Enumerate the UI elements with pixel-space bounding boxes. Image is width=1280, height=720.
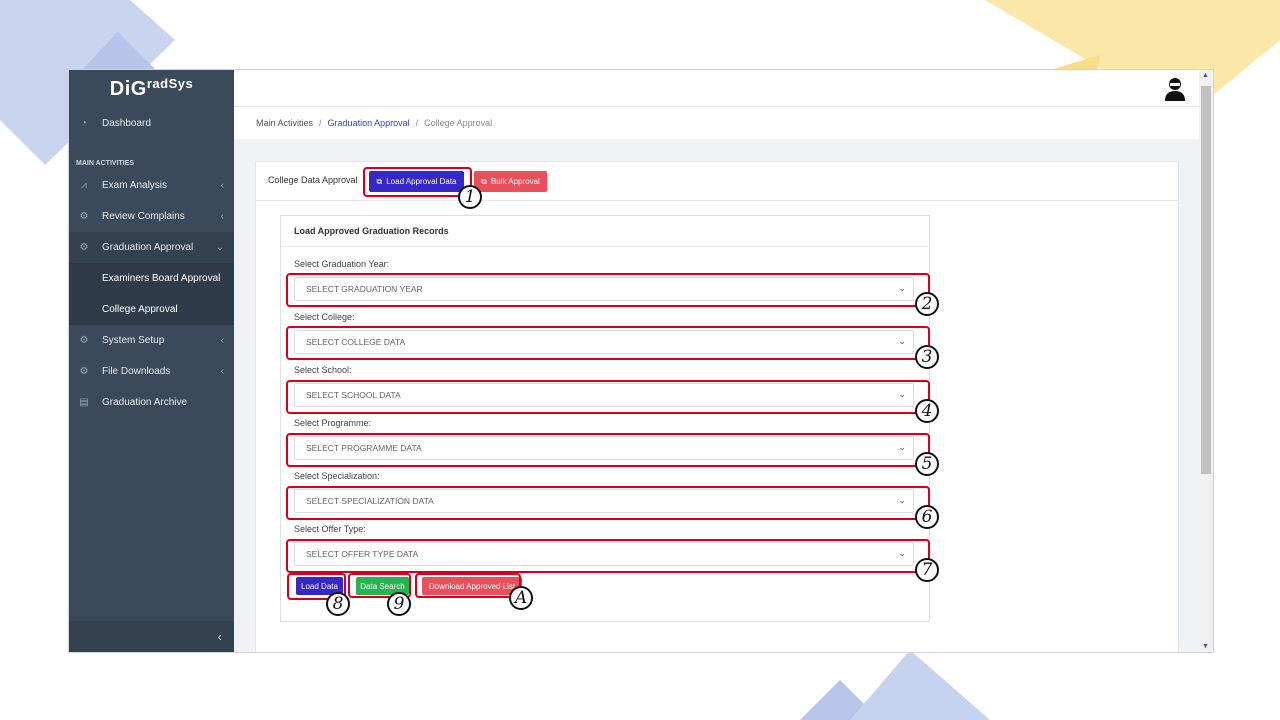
bulk-approval-button[interactable]: ⧉ Bulk Approval bbox=[474, 171, 547, 192]
specialization-label: Select Specialization: bbox=[294, 471, 380, 481]
card-title: College Data Approval bbox=[268, 175, 358, 185]
chevron-left-icon: ‹ bbox=[220, 366, 224, 377]
logo-text: DiG bbox=[109, 77, 147, 100]
sidebar-item-exam-analysis[interactable]: ⩘ Exam Analysis ‹ bbox=[69, 170, 234, 201]
graduation-year-label: Select Graduation Year: bbox=[294, 259, 390, 269]
gear-icon: ⚙ bbox=[79, 335, 89, 346]
highlight-outline bbox=[363, 167, 472, 197]
copy-icon: ⧉ bbox=[481, 176, 487, 186]
sidebar-subitem-examiners-board-approval[interactable]: Examiners Board Approval bbox=[69, 263, 234, 294]
annotation-badge: 7 bbox=[915, 558, 939, 582]
app-logo[interactable]: DiG radSys bbox=[69, 70, 234, 108]
sidebar-item-label: Exam Analysis bbox=[102, 180, 168, 191]
annotation-badge: 5 bbox=[915, 452, 939, 476]
highlight-outline bbox=[286, 273, 930, 307]
sidebar-item-label: System Setup bbox=[102, 335, 165, 346]
scroll-down-icon[interactable]: ▼ bbox=[1202, 643, 1209, 650]
top-bar bbox=[234, 70, 1199, 107]
sidebar-subitem-college-approval[interactable]: College Approval bbox=[69, 294, 234, 325]
sidebar-item-label: Graduation Archive bbox=[102, 397, 188, 408]
sidebar-item-label: Graduation Approval bbox=[102, 242, 194, 253]
sidebar-item-label: Examiners Board Approval bbox=[102, 273, 221, 284]
gear-icon: ⚙ bbox=[79, 211, 89, 222]
sidebar-item-graduation-archive[interactable]: ▤ Graduation Archive bbox=[69, 387, 234, 418]
breadcrumb-separator: / bbox=[319, 118, 322, 128]
sidebar-collapse-bar: ‹ bbox=[69, 621, 234, 652]
annotation-badge: 4 bbox=[915, 399, 939, 423]
annotation-badge: 9 bbox=[387, 592, 411, 616]
chevron-left-icon: ‹ bbox=[220, 211, 224, 222]
annotation-badge: 6 bbox=[915, 505, 939, 529]
collapse-sidebar-button[interactable]: ‹ bbox=[218, 629, 222, 644]
school-label: Select School: bbox=[294, 365, 352, 375]
annotation-badge: 3 bbox=[915, 345, 939, 369]
button-label: Bulk Approval bbox=[490, 177, 540, 186]
chevron-left-icon: ‹ bbox=[220, 335, 224, 346]
highlight-outline bbox=[286, 326, 930, 360]
programme-label: Select Programme: bbox=[294, 418, 372, 428]
college-label: Select College: bbox=[294, 312, 355, 322]
card-header: College Data Approval ⧉ Load Approval Da… bbox=[256, 162, 1178, 201]
dashboard-icon: ◔ bbox=[80, 118, 88, 129]
sidebar-item-dashboard[interactable]: ◔ Dashboard bbox=[69, 108, 234, 139]
highlight-outline bbox=[286, 380, 930, 414]
chart-icon: ⩘ bbox=[81, 180, 87, 191]
sidebar-item-review-complains[interactable]: ⚙ Review Complains ‹ bbox=[69, 201, 234, 232]
section-label: MAIN ACTIVITIES bbox=[76, 160, 135, 167]
sidebar-item-graduation-approval[interactable]: ⚙ Graduation Approval ⌄ bbox=[69, 232, 234, 263]
scroll-up-icon[interactable]: ▲ bbox=[1202, 72, 1209, 79]
breadcrumb-root: Main Activities bbox=[256, 118, 314, 128]
sidebar-item-file-downloads[interactable]: ⚙ File Downloads ‹ bbox=[69, 356, 234, 387]
chevron-down-icon: ⌄ bbox=[215, 242, 224, 253]
sidebar-item-label: College Approval bbox=[102, 304, 178, 315]
chevron-left-icon: ‹ bbox=[220, 180, 224, 191]
logo-superscript: radSys bbox=[146, 75, 194, 91]
highlight-outline bbox=[286, 539, 930, 573]
gear-icon: ⚙ bbox=[79, 242, 89, 253]
book-icon: ▤ bbox=[79, 397, 89, 408]
user-avatar-icon[interactable] bbox=[1163, 76, 1187, 102]
annotation-badge: 1 bbox=[458, 185, 482, 209]
breadcrumb-separator: / bbox=[415, 118, 419, 128]
annotation-badge: A bbox=[509, 586, 533, 610]
sidebar-submenu: Examiners Board Approval College Approva… bbox=[69, 263, 234, 325]
sidebar: DiG radSys ◔ Dashboard MAIN ACTIVITIES ⩘ … bbox=[69, 70, 234, 652]
highlight-outline bbox=[286, 433, 930, 467]
offer-type-label: Select Offer Type: bbox=[294, 524, 366, 534]
sidebar-item-system-setup[interactable]: ⚙ System Setup ‹ bbox=[69, 325, 234, 356]
highlight-outline bbox=[286, 486, 930, 520]
sidebar-item-label: Dashboard bbox=[102, 118, 151, 129]
panel-title: Load Approved Graduation Records bbox=[281, 216, 929, 247]
scrollbar-thumb[interactable] bbox=[1201, 86, 1211, 474]
breadcrumb: Main Activities / Graduation Approval / … bbox=[234, 107, 1199, 139]
page-scrollbar[interactable]: ▲ ▼ bbox=[1199, 70, 1213, 652]
sidebar-item-label: Review Complains bbox=[102, 211, 185, 222]
breadcrumb-current: College Approval bbox=[424, 118, 493, 128]
annotation-badge: 2 bbox=[915, 292, 939, 316]
gear-icon: ⚙ bbox=[79, 366, 89, 377]
sidebar-item-label: File Downloads bbox=[102, 366, 171, 377]
annotation-badge: 8 bbox=[326, 592, 350, 616]
highlight-outline bbox=[415, 573, 521, 598]
breadcrumb-link-graduation-approval[interactable]: Graduation Approval bbox=[328, 118, 410, 128]
